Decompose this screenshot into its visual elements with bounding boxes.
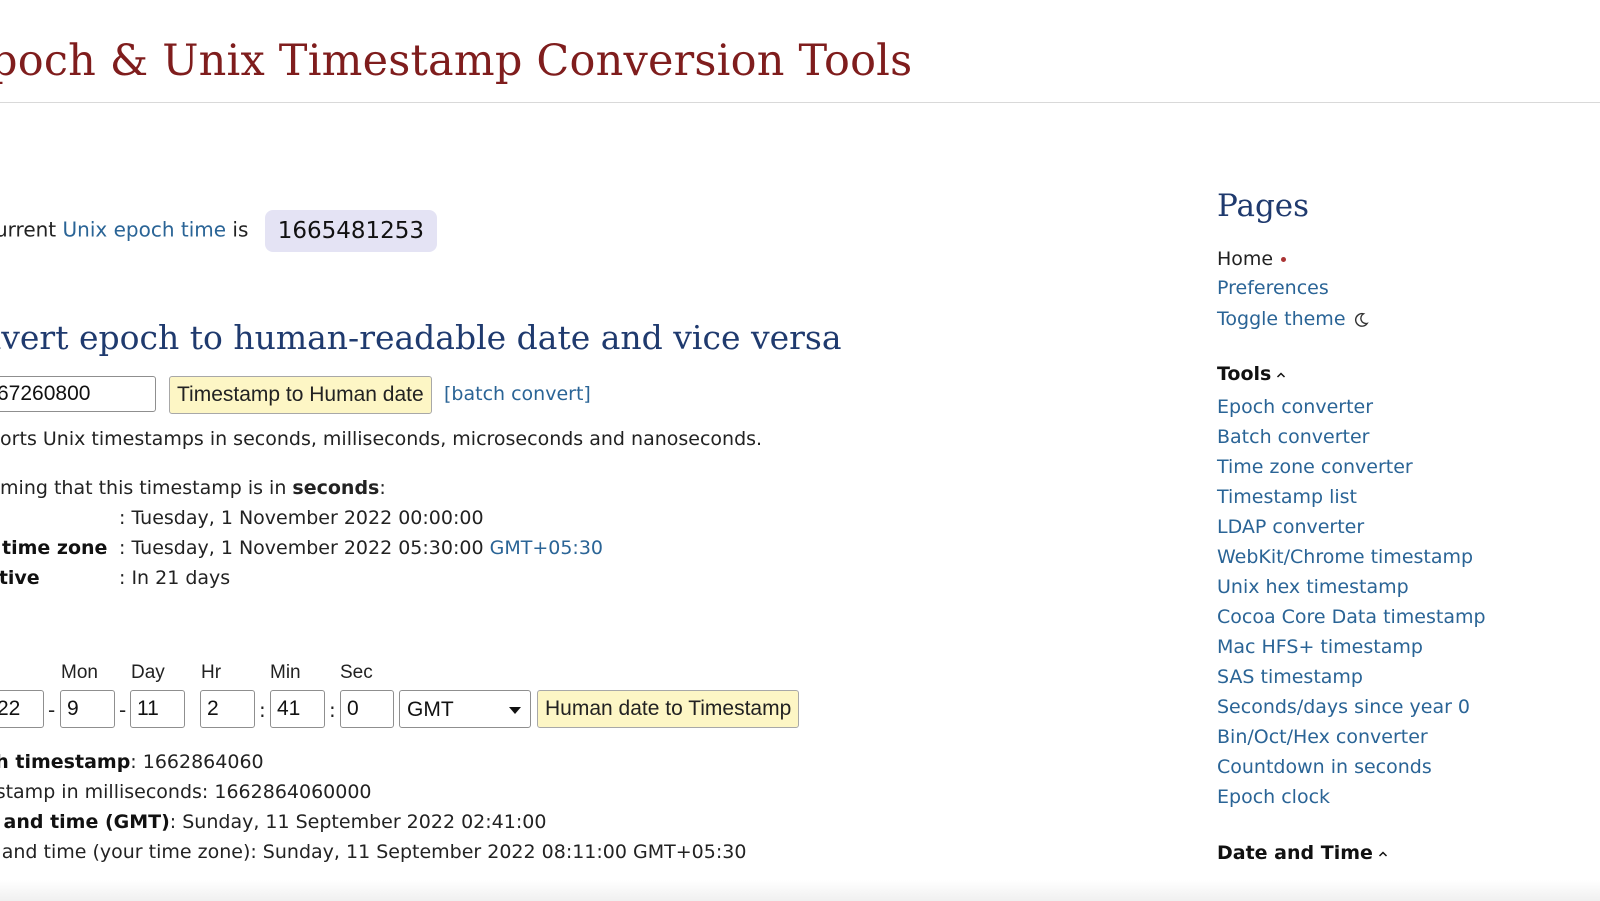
- sidebar-item-toggle-theme[interactable]: Toggle theme: [1217, 308, 1369, 330]
- time-separator: :: [329, 698, 336, 722]
- result-epoch-timestamp-label: ch timestamp: [0, 751, 131, 773]
- date-and-time-section-toggle[interactable]: Date and Time: [1217, 842, 1388, 864]
- assuming-unit: seconds: [292, 477, 380, 499]
- current-epoch-suffix: is: [226, 217, 249, 242]
- sidebar-tool-batch-converter[interactable]: Batch converter: [1217, 426, 1369, 448]
- sidebar-tool-bin-oct-hex-converter[interactable]: Bin/Oct/Hex converter: [1217, 726, 1428, 748]
- sidebar-tool-webkit-chrome-timestamp[interactable]: WebKit/Chrome timestamp: [1217, 546, 1473, 568]
- date-and-time-heading: Date and Time: [1217, 842, 1373, 864]
- sidebar-item-home[interactable]: Home: [1217, 248, 1287, 270]
- convert-heading: nvert epoch to human-readable date and v…: [0, 318, 842, 357]
- site-title[interactable]: poch & Unix Timestamp Conversion Tools: [0, 36, 912, 86]
- timezone-select[interactable]: GMT: [399, 690, 531, 728]
- time-separator: :: [259, 698, 266, 722]
- year-input[interactable]: [0, 690, 44, 728]
- date-separator: -: [48, 698, 56, 722]
- result-date-gmt-label: e and time (GMT): [0, 811, 170, 833]
- timestamp-to-human-label: Timestamp to Human date: [177, 383, 424, 406]
- result-date-local: e and time (your time zone): Sunday, 11 …: [0, 841, 746, 863]
- assuming-suffix: :: [379, 477, 386, 499]
- sidebar-tool-epoch-clock[interactable]: Epoch clock: [1217, 786, 1330, 808]
- minute-label: Min: [270, 662, 301, 683]
- result-label-your-timezone: r time zone: [0, 537, 108, 559]
- result-timestamp-ms-text: estamp in milliseconds: 1662864060000: [0, 781, 372, 803]
- assuming-prefix: uming that this timestamp is in: [0, 477, 293, 499]
- chevron-up-icon: [1378, 850, 1387, 857]
- day-label: Day: [131, 662, 165, 683]
- assuming-text: uming that this timestamp is in seconds:: [0, 477, 386, 499]
- caret-down-icon: [509, 707, 521, 714]
- second-input[interactable]: [340, 690, 394, 728]
- date-separator: -: [119, 698, 127, 722]
- toggle-theme-link[interactable]: Toggle theme: [1217, 308, 1346, 330]
- result-value-your-timezone: : Tuesday, 1 November 2022 05:30:00 GMT+…: [119, 537, 603, 559]
- result-value-gmt: : Tuesday, 1 November 2022 00:00:00: [119, 507, 484, 529]
- current-page-dot-icon: [1281, 257, 1287, 262]
- result-date-gmt: e and time (GMT): Sunday, 11 September 2…: [0, 811, 546, 833]
- result-value-your-timezone-text: : Tuesday, 1 November 2022 05:30:00: [119, 537, 490, 559]
- current-epoch-prefix: current: [0, 217, 57, 242]
- sidebar-tool-time-zone-converter[interactable]: Time zone converter: [1217, 456, 1413, 478]
- sidebar-tool-ldap-converter[interactable]: LDAP converter: [1217, 516, 1364, 538]
- sidebar-tool-mac-hfs-timestamp[interactable]: Mac HFS+ timestamp: [1217, 636, 1423, 658]
- sidebar-tool-timestamp-list[interactable]: Timestamp list: [1217, 486, 1357, 508]
- result-epoch-timestamp-value: : 1662864060: [130, 751, 264, 773]
- timezone-select-value: GMT: [407, 698, 454, 721]
- result-date-gmt-value: : Sunday, 11 September 2022 02:41:00: [169, 811, 547, 833]
- second-label: Sec: [340, 662, 373, 683]
- month-label: Mon: [61, 662, 98, 683]
- result-epoch-timestamp: ch timestamp: 1662864060: [0, 751, 264, 773]
- day-input[interactable]: [130, 690, 185, 728]
- supports-text: ports Unix timestamps in seconds, millis…: [0, 428, 763, 450]
- unix-epoch-time-link[interactable]: Unix epoch time: [63, 218, 227, 242]
- timestamp-to-human-button[interactable]: Timestamp to Human date: [169, 376, 432, 414]
- tools-heading: Tools: [1217, 363, 1272, 385]
- sidebar-tool-epoch-converter[interactable]: Epoch converter: [1217, 396, 1373, 418]
- minute-input[interactable]: [270, 690, 325, 728]
- bottom-scroll-shadow: [0, 880, 1600, 901]
- result-value-relative: : In 21 days: [119, 567, 231, 589]
- sidebar-item-preferences[interactable]: Preferences: [1217, 277, 1329, 299]
- chevron-up-icon: [1277, 371, 1286, 378]
- batch-convert-link[interactable]: [batch convert]: [444, 383, 591, 405]
- sidebar-title: Pages: [1217, 188, 1310, 224]
- hour-label: Hr: [201, 662, 222, 683]
- month-input[interactable]: [60, 690, 115, 728]
- header-divider: [0, 102, 1600, 103]
- sidebar-tool-sas-timestamp[interactable]: SAS timestamp: [1217, 666, 1363, 688]
- human-to-timestamp-label: Human date to Timestamp: [545, 697, 792, 720]
- sidebar-tool-seconds-days-since-year-0[interactable]: Seconds/days since year 0: [1217, 696, 1470, 718]
- current-epoch-line: current Unix epoch time is 1665481253: [0, 210, 438, 252]
- timezone-offset-link[interactable]: GMT+05:30: [490, 537, 603, 559]
- sidebar-tool-cocoa-core-data-timestamp[interactable]: Cocoa Core Data timestamp: [1217, 606, 1486, 628]
- sidebar-tool-countdown-in-seconds[interactable]: Countdown in seconds: [1217, 756, 1432, 778]
- result-date-local-text: e and time (your time zone): Sunday, 11 …: [0, 841, 747, 863]
- sidebar-item-home-label: Home: [1217, 248, 1274, 270]
- hour-input[interactable]: [200, 690, 255, 728]
- timestamp-input[interactable]: [0, 376, 156, 412]
- result-timestamp-ms: estamp in milliseconds: 1662864060000: [0, 781, 372, 803]
- result-label-relative: ative: [0, 567, 40, 589]
- tools-section-toggle[interactable]: Tools: [1217, 363, 1286, 385]
- moon-icon: [1354, 312, 1369, 327]
- human-to-timestamp-button[interactable]: Human date to Timestamp: [537, 690, 800, 728]
- current-epoch-value: 1665481253: [264, 210, 438, 252]
- sidebar-tool-unix-hex-timestamp[interactable]: Unix hex timestamp: [1217, 576, 1409, 598]
